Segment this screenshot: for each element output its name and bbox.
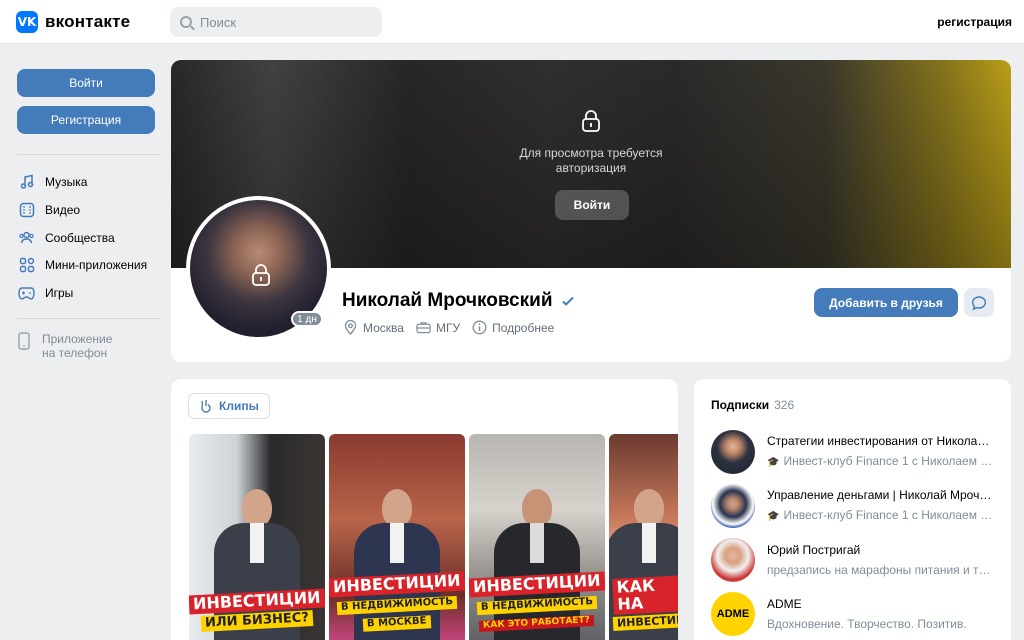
clip-caption-line3: В МОСКВЕ [362,614,432,631]
message-icon [971,295,987,310]
sidebar-item-label: Музыка [45,175,88,189]
auth-required-line1: Для просмотра требуется [519,146,663,160]
sidebar-item-video[interactable]: Видео [18,200,80,220]
profile-meta: Москва МГУ Подробнее [343,320,554,335]
music-icon [18,174,35,191]
subscription-avatar [711,430,755,474]
subscription-item[interactable]: ADME ADME Вдохновение. Творчество. Позит… [711,591,1001,637]
sidebar-divider [17,154,161,155]
search-icon [180,16,192,28]
university-label: МГУ [435,320,461,335]
clip-caption-line1: КАК НА [612,574,678,615]
online-badge: 1 дн [291,311,323,327]
sidebar-divider [17,318,161,319]
sidebar-item-mobile-app[interactable]: Приложение на телефон [18,332,112,360]
clip-caption-line1: ИНВЕСТИЦИИ [329,571,465,598]
clips-icon [201,400,211,413]
message-button[interactable] [964,288,994,317]
mobile-app-label-line1: Приложение [42,332,113,346]
vk-logo[interactable]: VK вконтакте [16,11,130,33]
subscription-desc: предзапись на марафоны питания и трениро… [767,563,995,577]
graduation-cap-icon: 🎓 [767,457,780,468]
sidebar-item-label: Игры [45,286,74,300]
clip-card[interactable]: ИНВЕСТИЦИИ В НЕДВИЖИМОСТЬ КАК ЭТО РАБОТА… [469,434,605,640]
phone-icon [18,332,30,360]
lock-icon [252,264,270,286]
tab-clips-label: Клипы [219,399,259,413]
clip-caption-line2: В НЕДВИЖИМОСТЬ [336,595,458,615]
subscription-item[interactable]: Управление деньгами | Николай Мрочковски… [711,483,1001,529]
more-info-link[interactable]: Подробнее [472,320,554,335]
subscriptions-section: Подписки 326 Стратегии инвестирования от … [694,379,1011,640]
logo-text: вконтакте [45,12,131,31]
auth-required-text: Для просмотра требуется авторизация [471,146,711,176]
location-icon [344,320,357,335]
clip-caption-line2: ИЛИ БИЗНЕС? [200,610,314,632]
clip-card[interactable]: ИНВЕСТИЦИИ В НЕДВИЖИМОСТЬ В МОСКВЕ [329,434,465,640]
sidebar-item-games[interactable]: Игры [18,283,73,303]
clips-section: Клипы ИНВЕСТИЦИИ ИЛИ БИЗНЕС? ИНВЕСТИЦИИ … [171,379,678,640]
login-button[interactable]: Войти [17,69,155,97]
subscription-avatar [711,538,755,582]
subscription-desc-text: Инвест-клуб Finance 1 с Николаем Мрочков… [783,454,995,468]
subscriptions-count: 326 [774,398,795,412]
sidebar-item-label: Видео [45,203,81,217]
sidebar-item-mini-apps[interactable]: Мини-приложения [18,255,147,275]
sidebar-item-label: Мини-приложения [45,258,148,272]
verified-icon [561,296,574,306]
clip-caption-line2: В НЕДВИЖИМОСТЬ [476,595,598,615]
subscription-desc-text: Инвест-клуб Finance 1 с Николаем Мрочков… [783,508,995,522]
lock-icon [582,110,600,132]
cover-login-button[interactable]: Войти [555,190,629,220]
sidebar-item-label: Сообщества [45,231,115,245]
clip-caption-line1: ИНВЕСТИЦИИ [469,571,605,598]
graduation-cap-icon: 🎓 [767,511,780,522]
clip-caption: ИНВЕСТИЦИИ ИЛИ БИЗНЕС? [189,587,325,632]
register-link[interactable]: регистрация [937,15,1012,29]
more-info-label: Подробнее [492,320,555,335]
vk-logo-icon: VK [16,11,38,33]
auth-required-line2: авторизация [555,161,627,175]
subscription-desc: Вдохновение. Творчество. Позитив. [767,617,967,631]
search-box[interactable] [170,7,382,37]
mobile-app-label-line2: на телефон [42,346,108,360]
subscription-item[interactable]: Юрий Постригай предзапись на марафоны пи… [711,537,1001,583]
university-info: МГУ [416,320,460,335]
clip-caption-line2: ИНВЕСТИР [612,613,678,631]
mini-apps-icon [18,257,35,274]
subscription-desc: 🎓Инвест-клуб Finance 1 с Николаем Мрочко… [767,453,995,471]
clip-caption: ИНВЕСТИЦИИ В НЕДВИЖИМОСТЬ В МОСКВЕ [329,571,465,631]
communities-icon [18,230,35,247]
subscription-item[interactable]: Стратегии инвестирования от Николая Мроч… [711,429,1001,475]
city-label: Москва [363,320,404,335]
video-icon [18,202,35,219]
subscriptions-title[interactable]: Подписки 326 [711,398,794,412]
gamepad-icon [18,285,35,302]
adme-logo: ADME [711,592,755,636]
add-friend-button[interactable]: Добавить в друзья [814,288,958,317]
subscription-name: ADME [767,597,802,611]
sidebar-item-communities[interactable]: Сообщества [18,228,115,248]
register-button[interactable]: Регистрация [17,106,155,134]
subscription-name: Стратегии инвестирования от Николая Мроч… [767,434,995,448]
subscription-desc: 🎓Инвест-клуб Finance 1 с Николаем Мрочко… [767,507,995,525]
city-info: Москва [343,320,404,335]
clip-caption: КАК НА ИНВЕСТИР [609,574,678,631]
briefcase-icon [416,322,431,334]
clip-card[interactable]: КАК НА ИНВЕСТИР [609,434,678,640]
subscription-avatar [711,484,755,528]
search-input[interactable] [200,14,370,30]
clip-caption: ИНВЕСТИЦИИ В НЕДВИЖИМОСТЬ КАК ЭТО РАБОТА… [469,571,605,633]
sidebar-item-music[interactable]: Музыка [18,172,87,192]
clip-card[interactable]: ИНВЕСТИЦИИ ИЛИ БИЗНЕС? [189,434,325,640]
profile-name-text: Николай Мрочковский [342,290,553,311]
subscription-name: Юрий Постригай [767,543,861,557]
profile-name: Николай Мрочковский [342,290,575,312]
top-bar: VK вконтакте регистрация [0,0,1024,44]
subscription-name: Управление деньгами | Николай Мрочковски… [767,488,995,502]
mobile-app-label: Приложение на телефон [42,332,112,360]
tab-clips[interactable]: Клипы [188,393,270,419]
info-icon [472,320,487,335]
subscriptions-title-text: Подписки [711,398,770,412]
